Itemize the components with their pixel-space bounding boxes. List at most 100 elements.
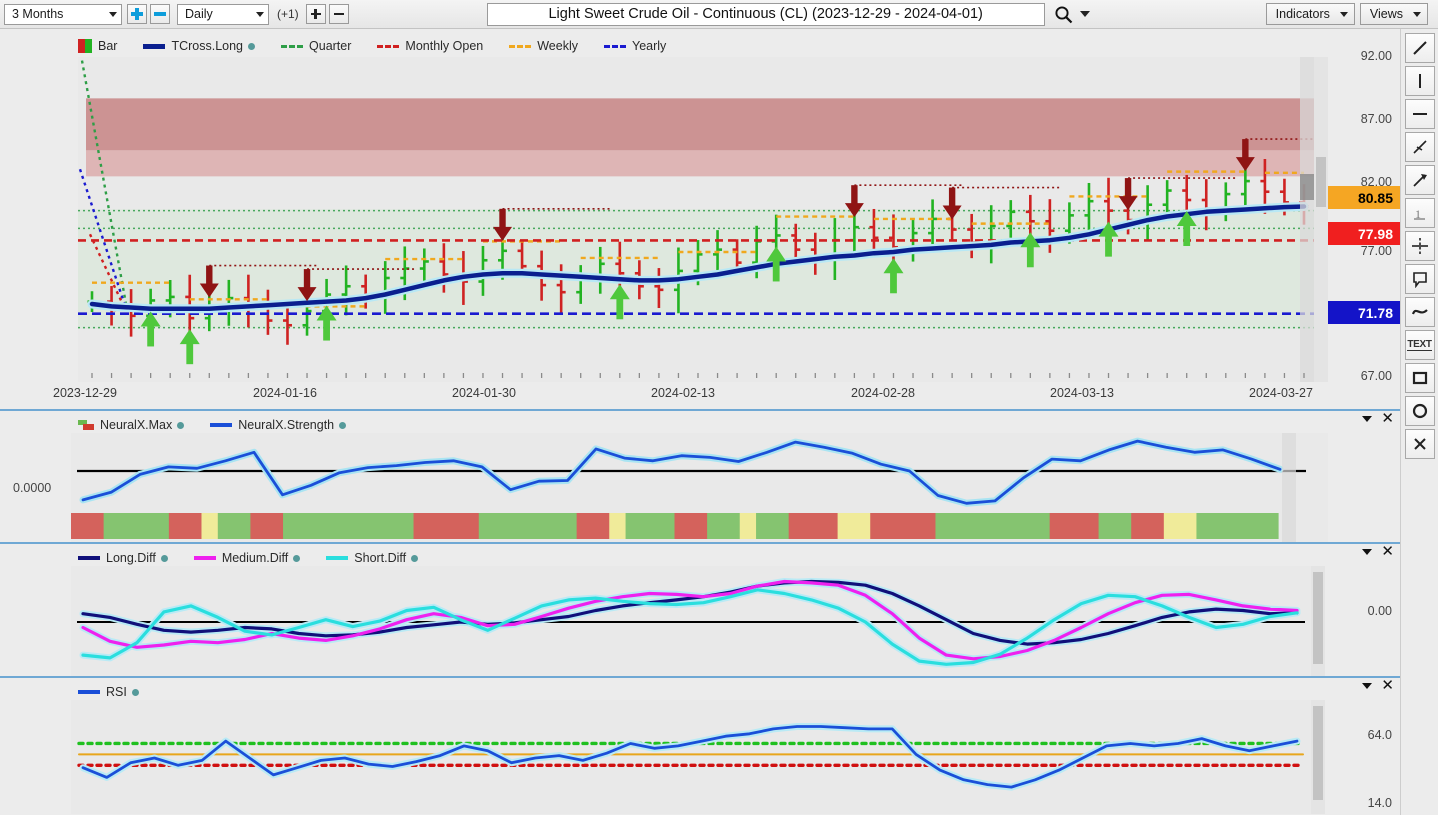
date-tick: 2024-02-13 [651, 386, 715, 400]
neuralx-icon [78, 420, 94, 430]
rsi-plot[interactable] [71, 700, 1311, 814]
range-increase-button[interactable] [127, 4, 147, 24]
legend-label: NeuralX.Max [100, 418, 173, 432]
date-tick: 2024-03-27 [1249, 386, 1313, 400]
price-tick: 67.00 [1360, 369, 1392, 383]
horizontal-line-tool[interactable] [1404, 99, 1435, 129]
legend-long-diff[interactable]: Long.Diff [78, 551, 168, 565]
views-button[interactable]: Views [1359, 3, 1428, 25]
diff-panel-controls: ✕ [1362, 544, 1394, 559]
range-decrease-button[interactable] [150, 4, 170, 24]
legend-label: TCross.Long [171, 39, 244, 53]
period-decrease-button[interactable] [328, 4, 349, 24]
price-plot-svg [78, 57, 1328, 382]
neuralx-panel: NeuralX.Max NeuralX.Strength ✕ 0.0000 [0, 409, 1400, 543]
indicators-button[interactable]: Indicators [1265, 3, 1355, 25]
bar-icon [78, 39, 92, 53]
ray-tool[interactable] [1404, 132, 1435, 162]
chevron-down-icon[interactable] [1362, 549, 1373, 555]
legend-short-diff[interactable]: Short.Diff [326, 551, 419, 565]
legend-bar[interactable]: Bar [78, 39, 117, 53]
date-tick: 2024-01-30 [452, 386, 516, 400]
chevron-down-icon[interactable] [1362, 683, 1373, 689]
monthly-open-tag: 77.98 [1328, 222, 1400, 245]
legend-tcross-long[interactable]: TCross.Long [143, 39, 256, 53]
date-tick: 2024-03-13 [1050, 386, 1114, 400]
rsi-plot-svg [71, 700, 1311, 814]
close-icon[interactable]: ✕ [1381, 544, 1394, 559]
period-select[interactable]: Daily [177, 3, 269, 25]
indicators-label: Indicators [1275, 7, 1330, 21]
diff-plot-scrollbar[interactable] [1311, 566, 1325, 678]
legend-yearly[interactable]: Yearly [604, 39, 666, 53]
symbol-input[interactable]: Light Sweet Crude Oil - Continuous (CL) … [486, 2, 1045, 26]
legend-weekly[interactable]: Weekly [509, 39, 578, 53]
legend-rsi[interactable]: RSI [78, 685, 139, 699]
legend-label: Monthly Open [405, 39, 484, 53]
neuralx-plot[interactable] [71, 433, 1328, 543]
diff-axis: 0.00 [1328, 544, 1400, 676]
period-increase-button[interactable] [305, 4, 326, 24]
price-axis: 92.00 87.00 82.00 77.00 67.00 80.85 77.9… [1328, 29, 1400, 409]
chevron-down-icon [1413, 11, 1421, 17]
scrollbar-thumb[interactable] [1313, 572, 1323, 664]
legend-medium-diff[interactable]: Medium.Diff [193, 551, 301, 565]
rectangle-tool[interactable] [1404, 363, 1435, 393]
close-icon[interactable]: ✕ [1381, 411, 1394, 426]
top-toolbar: 3 Months Daily (+1) Light Sweet Crude Oi… [0, 0, 1438, 29]
rsi-tick: 64.0 [1367, 728, 1392, 742]
last-price-tag: 80.85 [1328, 186, 1400, 209]
rsi-plot-scrollbar[interactable] [1311, 700, 1325, 814]
legend-monthly-open[interactable]: Monthly Open [377, 39, 483, 53]
arrow-tool[interactable] [1404, 165, 1435, 195]
chevron-down-icon[interactable] [1362, 416, 1373, 422]
price-tick: 87.00 [1360, 112, 1392, 126]
dash-swatch-icon [377, 44, 400, 48]
ellipse-tool[interactable] [1404, 396, 1435, 426]
close-icon[interactable]: ✕ [1381, 678, 1394, 693]
price-tick: 92.00 [1360, 49, 1392, 63]
legend-label: NeuralX.Strength [238, 418, 335, 432]
settings-dot-icon[interactable] [339, 421, 347, 429]
settings-dot-icon[interactable] [177, 421, 185, 429]
settings-dot-icon[interactable] [248, 42, 256, 50]
legend-neuralx-strength[interactable]: NeuralX.Strength [210, 418, 347, 432]
trendline-tool[interactable] [1404, 33, 1435, 63]
callout-tool[interactable] [1404, 264, 1435, 294]
price-tick: 77.00 [1360, 244, 1392, 258]
legend-quarter[interactable]: Quarter [281, 39, 351, 53]
price-plot[interactable] [78, 57, 1328, 382]
crosshair-tool[interactable] [1404, 231, 1435, 261]
legend-label: Quarter [309, 39, 352, 53]
date-axis: 2023-12-29 2024-01-16 2024-01-30 2024-02… [0, 383, 1400, 409]
curve-tool[interactable] [1404, 297, 1435, 327]
diff-panel: Long.Diff Medium.Diff Short.Diff ✕ 0.00 [0, 542, 1400, 678]
settings-dot-icon[interactable] [293, 554, 301, 562]
diff-plot[interactable] [71, 566, 1311, 678]
period-offset-label: (+1) [277, 7, 299, 21]
scrollbar-thumb[interactable] [1316, 157, 1326, 207]
measure-tool[interactable]: 1 [1404, 198, 1435, 228]
line-swatch-icon [78, 690, 100, 694]
toolbar-right-group: Indicators Views [1265, 3, 1434, 25]
settings-dot-icon[interactable] [160, 554, 168, 562]
delete-tool[interactable] [1404, 429, 1435, 459]
price-panel-legend: Bar TCross.Long Quarter Monthly Open Wee… [78, 39, 692, 53]
range-select[interactable]: 3 Months [4, 3, 122, 25]
dash-swatch-icon [509, 44, 532, 48]
settings-dot-icon[interactable] [411, 554, 419, 562]
legend-neuralx-max[interactable]: NeuralX.Max [78, 418, 185, 432]
line-swatch-icon [78, 556, 100, 560]
period-select-value: Daily [185, 7, 213, 21]
settings-dot-icon[interactable] [131, 688, 139, 696]
scrollbar-thumb[interactable] [1313, 706, 1323, 800]
text-icon: TEXT [1407, 339, 1432, 351]
chart-panels: Bar TCross.Long Quarter Monthly Open Wee… [0, 29, 1400, 815]
neuralx-legend: NeuralX.Max NeuralX.Strength [78, 418, 372, 432]
trading-chart-app: 3 Months Daily (+1) Light Sweet Crude Oi… [0, 0, 1438, 815]
search-icon[interactable] [1054, 5, 1090, 24]
text-tool[interactable]: TEXT [1404, 330, 1435, 360]
yearly-tag: 71.78 [1328, 301, 1400, 324]
price-plot-scrollbar[interactable] [1314, 57, 1328, 382]
vertical-line-tool[interactable] [1404, 66, 1435, 96]
